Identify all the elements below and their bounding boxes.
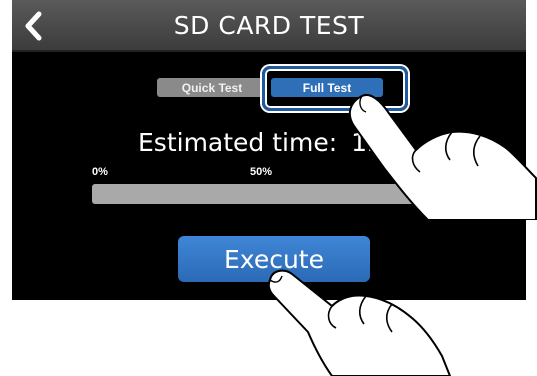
device-screen: SD CARD TEST Quick Test Full Test Estima… — [12, 0, 526, 300]
estimated-time-value: 1h... — [351, 128, 407, 157]
screen-header: SD CARD TEST — [12, 0, 526, 52]
progress-bar — [92, 184, 422, 204]
quick-test-button[interactable]: Quick Test — [157, 78, 267, 97]
page-title: SD CARD TEST — [173, 11, 365, 40]
selection-highlight — [262, 66, 408, 111]
execute-button[interactable]: Execute — [178, 236, 370, 282]
estimated-time: Estimated time: 1h... — [138, 128, 407, 157]
device-illustration: SD CARD TEST Quick Test Full Test Estima… — [0, 0, 537, 376]
estimated-time-label: Estimated time: — [138, 128, 338, 157]
progress-tick-mid: 50% — [250, 166, 273, 178]
progress-tick-start: 0% — [92, 166, 108, 178]
